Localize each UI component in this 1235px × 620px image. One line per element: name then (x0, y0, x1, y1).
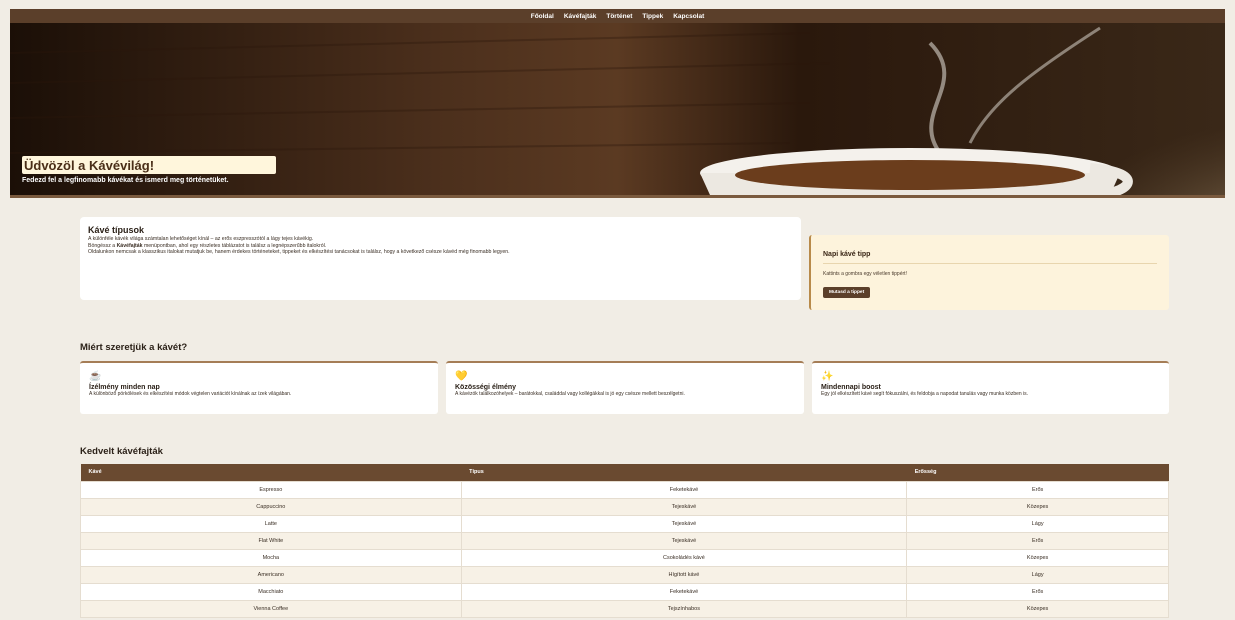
table-row: Macchiato Feketekávé Erős (80, 582, 1169, 601)
cell-type: Tejeskávé (460, 514, 908, 533)
column-header-coffee: Kávé (80, 464, 462, 481)
cell-type: Tejszínhabos (460, 599, 908, 618)
hero-title: Üdvözöl a Kávévilág! (24, 158, 155, 173)
daily-tip-card: Napi kávé tipp Kattints a gombra egy vél… (809, 235, 1169, 310)
feature-text: Egy jól elkészített kávé segít fókuszáln… (821, 391, 1029, 397)
feature-title: Közösségi élmény (455, 384, 517, 391)
cell-type: Feketekávé (460, 480, 908, 499)
cell-coffee: Flat White (80, 531, 462, 550)
coffee-types-title: Kávé típusok (88, 225, 145, 235)
heart-icon: 💛 (455, 371, 468, 382)
cell-type: Tejeskávé (460, 531, 908, 550)
feature-title: Ízélmény minden nap (89, 384, 160, 391)
cell-coffee: Mocha (80, 548, 462, 567)
cell-coffee: Espresso (80, 480, 462, 499)
table-row: Latte Tejeskávé Lágy (80, 514, 1169, 533)
table-row: Cappuccino Tejeskávé Közepes (80, 497, 1169, 516)
coffee-types-card: Kávé típusok A különféle kávék világa sz… (80, 217, 801, 300)
hero-subtitle: Fedezd fel a legfinomabb kávékat és isme… (22, 177, 229, 184)
cell-type: Tejeskávé (460, 497, 908, 516)
cell-coffee: Latte (80, 514, 462, 533)
show-tip-button[interactable]: Mutasd a tippet (823, 287, 871, 298)
cell-strength: Lágy (906, 514, 1169, 533)
table-row: Flat White Tejeskávé Erős (80, 531, 1169, 550)
cell-type: Hígított kávé (460, 565, 908, 584)
table-row: Mocha Csokoládés kávé Közepes (80, 548, 1169, 567)
table-row: Espresso Feketekávé Erős (80, 480, 1169, 499)
top-navigation: Főoldal Kávéfajták Történet Tippek Kapcs… (10, 9, 1225, 23)
line-2-suffix: menüpontban, ahol egy részletes táblázat… (142, 242, 327, 249)
feature-card-taste: ☕ Ízélmény minden nap A különböző pörköl… (80, 361, 438, 414)
table-header-row: Kávé Típus Erősség (80, 464, 1169, 481)
cell-strength: Közepes (906, 497, 1169, 516)
favorites-section-title: Kedvelt kávéfajták (80, 446, 163, 457)
cell-strength: Lágy (906, 565, 1169, 584)
hero-divider (10, 195, 1225, 198)
cell-strength: Erős (906, 480, 1169, 499)
feature-text: A kávézók találkozóhelyek – barátokkal, … (455, 391, 685, 397)
cell-strength: Közepes (906, 548, 1169, 567)
coffee-cup-icon: ☕ (89, 371, 102, 382)
table-row: Americano Hígított kávé Lágy (80, 565, 1169, 584)
daily-tip-text: Kattints a gombra egy véletlen tippért! (823, 271, 907, 277)
cell-type: Feketekávé (460, 582, 908, 601)
cell-type: Csokoládés kávé (460, 548, 908, 567)
hero-banner: Üdvözöl a Kávévilág! Fedezd fel a legfin… (10, 23, 1225, 195)
sparkle-icon: ✨ (821, 371, 834, 382)
nav-link-tippek[interactable]: Tippek (642, 13, 663, 20)
feature-text: A különböző pörkölések és elkészítési mó… (89, 391, 292, 397)
nav-link-kavefajtak[interactable]: Kávéfajták (564, 13, 597, 20)
nav-link-fooldal[interactable]: Főoldal (531, 13, 554, 20)
line-2-prefix: Böngéssz a (88, 242, 117, 249)
cell-strength: Erős (906, 582, 1169, 601)
line-2-highlight: Kávéfajták (116, 242, 143, 249)
column-header-type: Típus (461, 464, 907, 481)
cell-coffee: Vienna Coffee (80, 599, 462, 618)
feature-title: Mindennapi boost (821, 384, 881, 391)
nav-link-kapcsolat[interactable]: Kapcsolat (673, 13, 704, 20)
nav-link-tortenet[interactable]: Történet (606, 13, 632, 20)
favorites-table: Kávé Típus Erősség Espresso Feketekávé Erő… (80, 464, 1169, 618)
table-row: Vienna Coffee Tejszínhabos Közepes (80, 599, 1169, 618)
column-header-strength: Erősség (906, 464, 1169, 481)
coffee-types-line-3: Oldalunkon nemcsak a klasszikus italokat… (88, 249, 510, 255)
cell-coffee: Cappuccino (80, 497, 462, 516)
feature-card-community: 💛 Közösségi élmény A kávézók találkozóhe… (446, 361, 804, 414)
feature-card-boost: ✨ Mindennapi boost Egy jól elkészített k… (812, 361, 1169, 414)
cell-strength: Erős (906, 531, 1169, 550)
cell-coffee: Americano (80, 565, 462, 584)
cell-strength: Közepes (906, 599, 1169, 618)
cell-coffee: Macchiato (80, 582, 462, 601)
daily-tip-title: Napi kávé tipp (823, 251, 1157, 264)
why-section-title: Miért szeretjük a kávét? (80, 342, 188, 353)
